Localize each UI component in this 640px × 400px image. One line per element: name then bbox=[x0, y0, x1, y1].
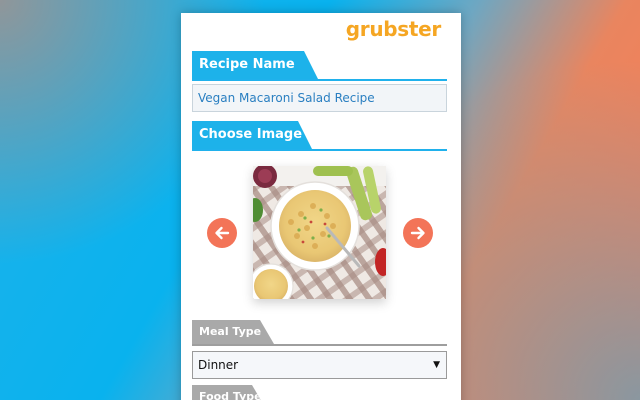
meal-type-header: Meal Type bbox=[192, 320, 447, 346]
previous-image-button[interactable] bbox=[207, 218, 237, 248]
recipe-form-panel: grubster Recipe Name Vegan Macaroni Sala… bbox=[181, 13, 461, 400]
arrow-right-icon bbox=[410, 226, 425, 240]
recipe-image bbox=[253, 166, 386, 299]
food-type-header-label: Food Type bbox=[192, 385, 266, 400]
grubster-logo: grubster bbox=[345, 17, 442, 41]
next-image-button[interactable] bbox=[403, 218, 433, 248]
dropdown-caret-icon: ▼ bbox=[433, 360, 440, 370]
food-type-header: Food Type bbox=[192, 385, 447, 400]
choose-image-header-label: Choose Image bbox=[192, 121, 312, 149]
meal-type-header-label: Meal Type bbox=[192, 320, 274, 344]
meal-type-select[interactable]: Dinner ▼ bbox=[192, 351, 447, 379]
macaroni-salad-photo bbox=[253, 166, 386, 299]
choose-image-header: Choose Image bbox=[192, 121, 447, 151]
recipe-name-input[interactable]: Vegan Macaroni Salad Recipe bbox=[192, 84, 447, 112]
recipe-name-header: Recipe Name bbox=[192, 51, 447, 81]
arrow-left-icon bbox=[215, 226, 230, 240]
meal-type-selected-value: Dinner bbox=[198, 358, 239, 372]
recipe-name-header-label: Recipe Name bbox=[192, 51, 318, 79]
